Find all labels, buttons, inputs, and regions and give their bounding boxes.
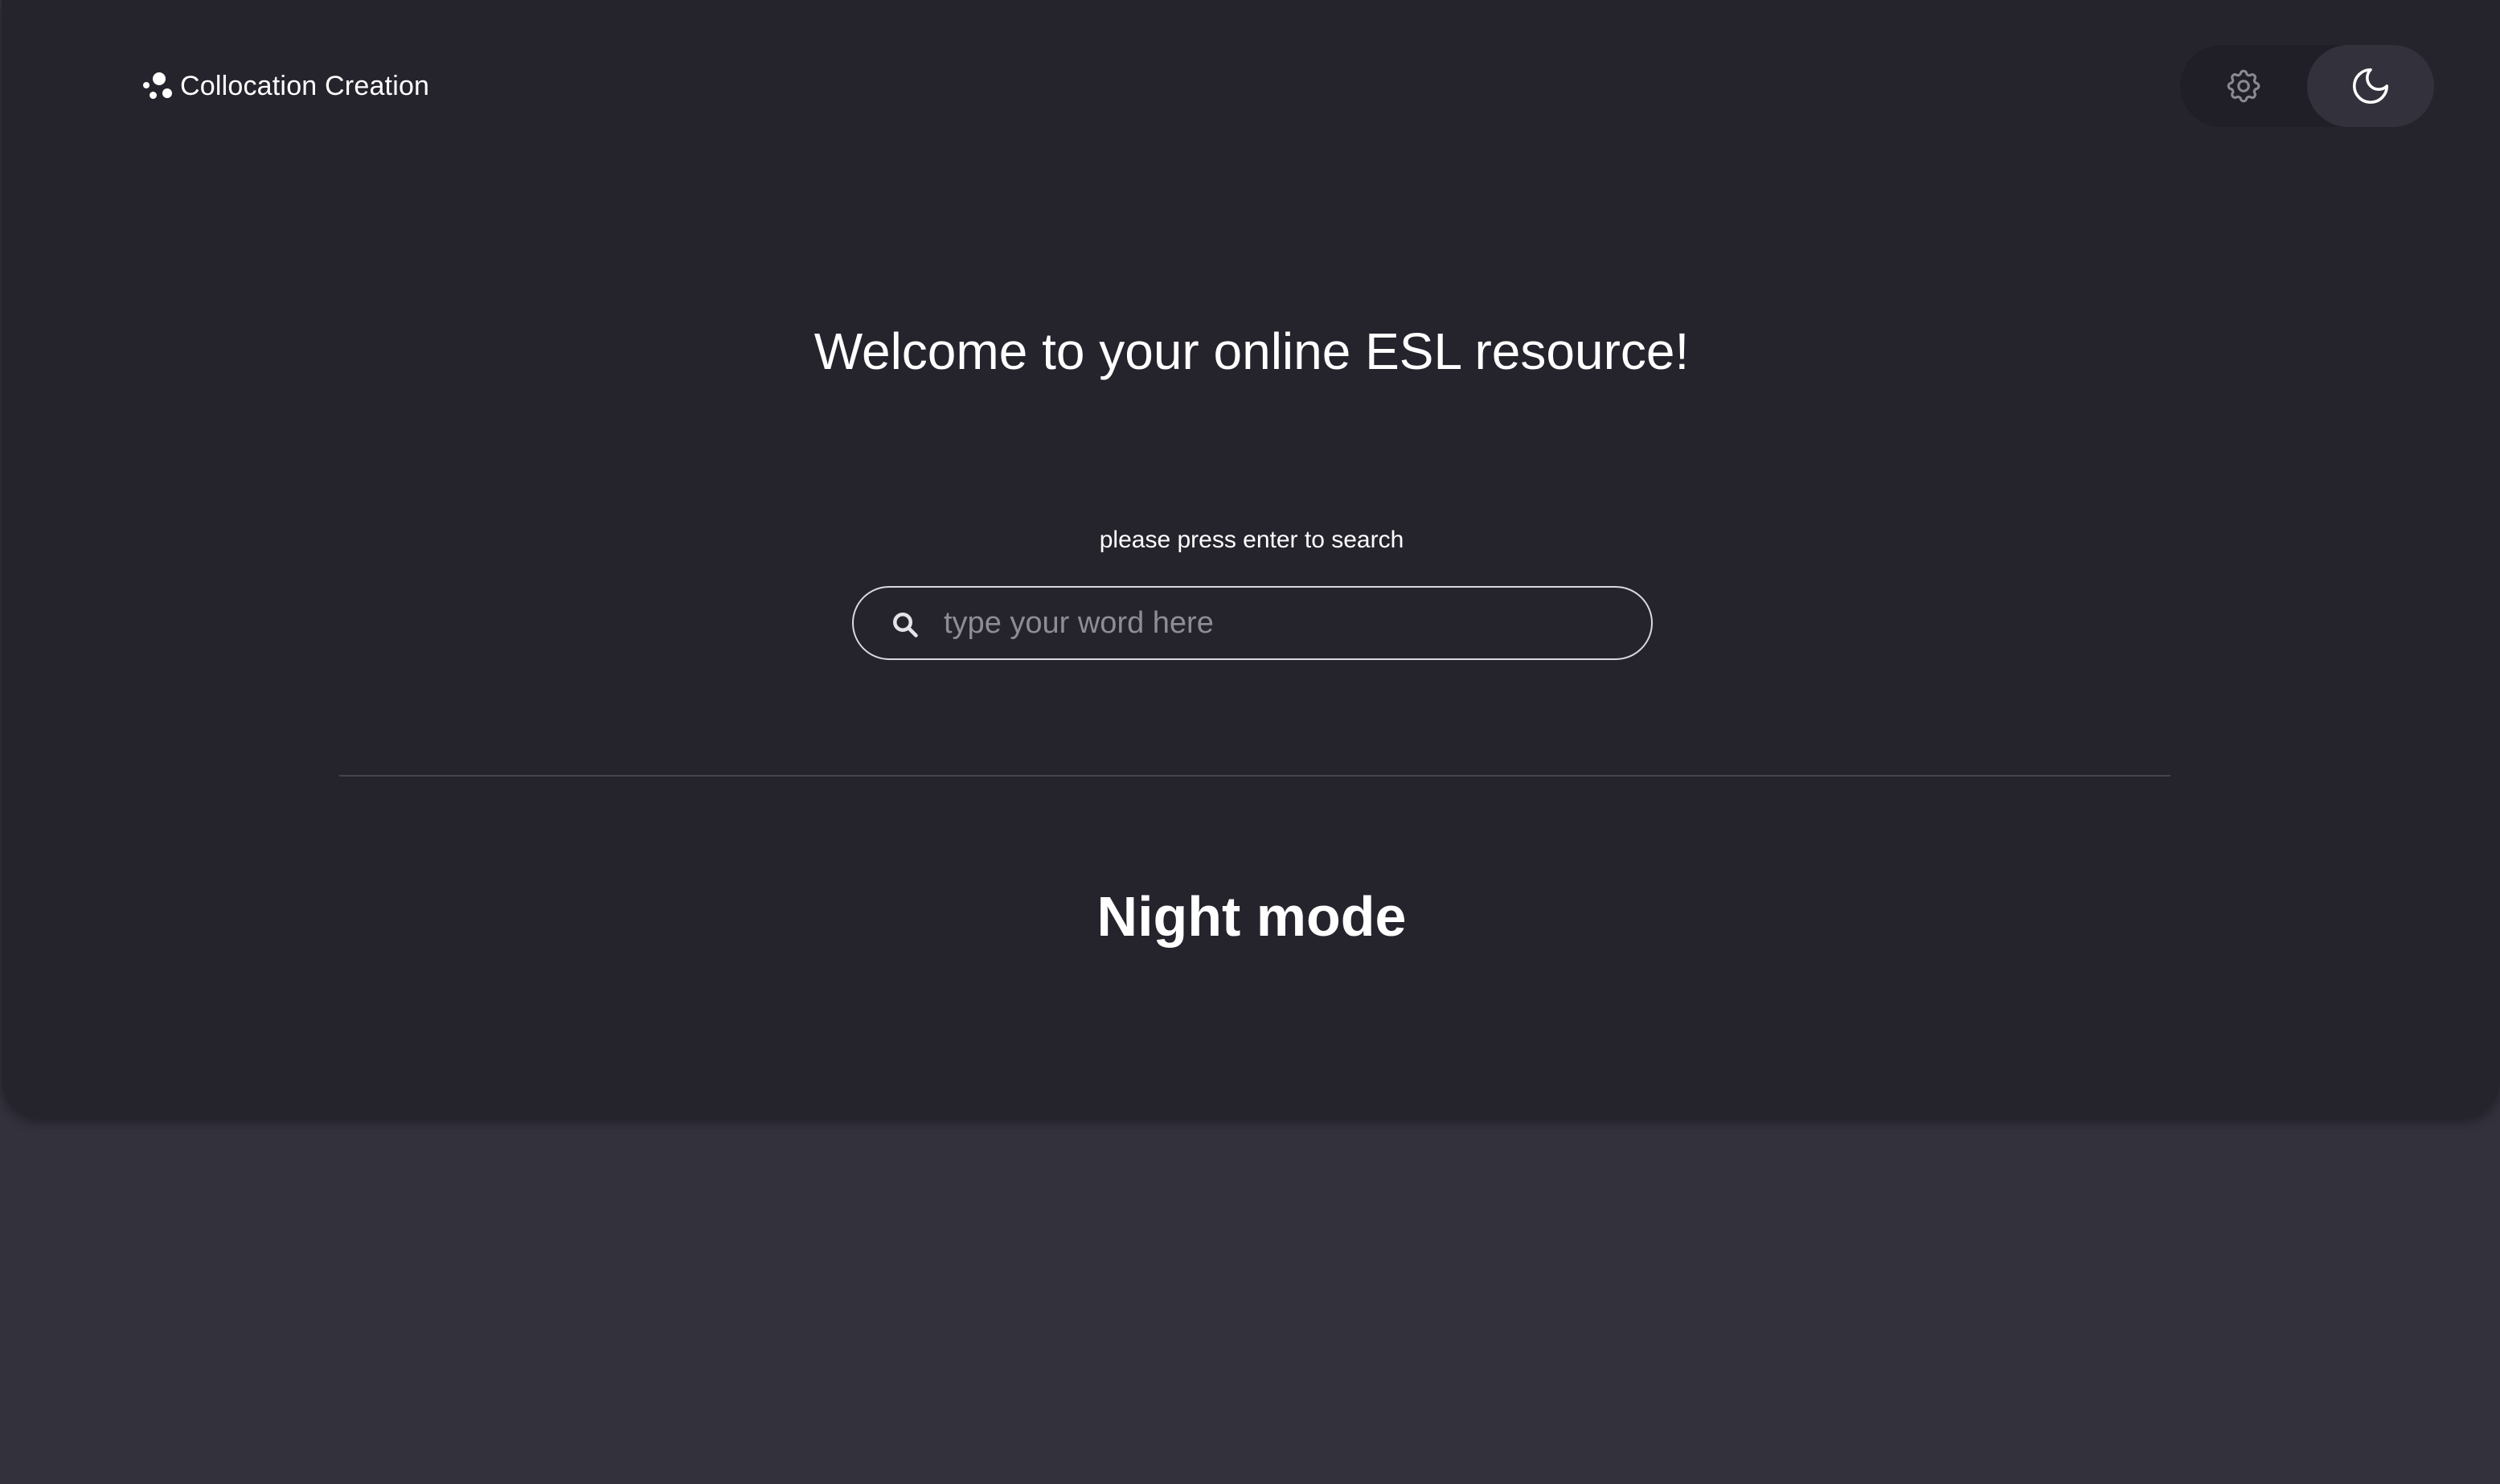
search-icon <box>893 613 918 637</box>
app-card: Collocation Creation Welcome to your onl… <box>2 0 2500 1117</box>
search-box[interactable] <box>852 586 1653 660</box>
gear-icon <box>2227 69 2260 103</box>
search-hint: please press enter to search <box>1099 527 1404 553</box>
brand[interactable]: Collocation Creation <box>143 66 429 106</box>
section-divider <box>339 775 2170 777</box>
three-dots-logo-icon <box>143 72 172 100</box>
light-mode-button[interactable] <box>2180 45 2307 127</box>
search-input[interactable] <box>944 596 1627 650</box>
moon-icon <box>2352 68 2389 105</box>
theme-toggle <box>2180 45 2434 127</box>
dark-mode-button[interactable] <box>2307 45 2434 127</box>
mode-title: Night mode <box>1096 885 1407 948</box>
welcome-heading: Welcome to your online ESL resource! <box>814 322 1690 380</box>
brand-name: Collocation Creation <box>180 70 430 101</box>
